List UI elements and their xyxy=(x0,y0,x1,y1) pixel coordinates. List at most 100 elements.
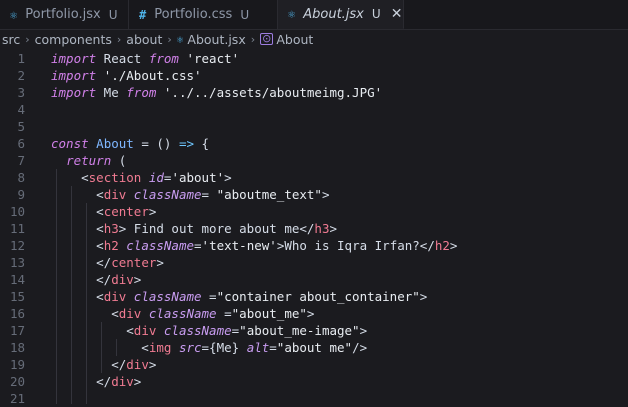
code-line: 17 <div className="about_me-image"> xyxy=(0,322,628,339)
code-token: = xyxy=(194,238,202,253)
symbol-icon: ⊙ xyxy=(260,32,274,45)
code-text: <h2 className='text-new'>Who is Iqra Irf… xyxy=(51,237,457,254)
code-token: </ xyxy=(51,374,112,389)
line-number: 19 xyxy=(9,357,25,372)
line-number: 16 xyxy=(9,306,25,321)
code-text: return ( xyxy=(51,152,126,169)
breadcrumb-item[interactable]: components xyxy=(35,32,112,47)
chevron-right-icon: › xyxy=(25,32,30,46)
code-token: < xyxy=(51,323,134,338)
code-token: 'about' xyxy=(171,170,225,185)
code-token: "container about_container" xyxy=(216,289,420,304)
code-token: div xyxy=(118,306,142,321)
code-line: 8 <section id='about'> xyxy=(0,169,628,186)
code-line: 16 <div className ="about_me"> xyxy=(0,305,628,322)
line-number: 7 xyxy=(17,153,25,168)
breadcrumb-symbol[interactable]: About xyxy=(276,32,313,47)
code-token: center xyxy=(103,204,149,219)
breadcrumb: src › components › about › ⚛ About.jsx › ⊙ About xyxy=(0,30,628,48)
code-token: = () xyxy=(133,136,179,151)
code-token: > xyxy=(148,357,157,372)
code-text: <div className ="container about_contain… xyxy=(51,288,427,305)
code-token: "about_me" xyxy=(231,306,307,321)
code-token: >Who is Iqra Irfan?</ xyxy=(276,238,435,253)
code-token: /> xyxy=(352,340,368,355)
code-token: className xyxy=(148,306,217,321)
code-token: > xyxy=(449,238,458,253)
code-token: React xyxy=(96,51,149,66)
line-number: 15 xyxy=(9,289,25,304)
tab-label: Portfolio.css xyxy=(154,7,233,22)
code-token: from xyxy=(126,85,157,100)
tab-portfolio-css[interactable]: # Portfolio.css U xyxy=(129,0,278,29)
code-line: 13 </center> xyxy=(0,254,628,271)
code-line: 20 </div> xyxy=(0,373,628,390)
code-token: > xyxy=(156,255,164,270)
line-number: 17 xyxy=(9,323,25,338)
code-token: "about_me-image" xyxy=(239,323,360,338)
code-text: import './About.css' xyxy=(51,67,202,84)
breadcrumb-file[interactable]: About.jsx xyxy=(187,32,245,47)
tab-portfolio-jsx[interactable]: ⚛ Portfolio.jsx U xyxy=(0,0,129,29)
code-line: 14 </div> xyxy=(0,271,628,288)
code-text: </div> xyxy=(51,271,141,288)
code-token: h2 xyxy=(434,238,450,253)
code-text: import Me from '../../assets/aboutmeimg.… xyxy=(51,84,382,101)
line-number: 13 xyxy=(9,255,25,270)
tab-label: About.jsx xyxy=(303,6,364,22)
line-number: 5 xyxy=(17,119,25,134)
code-text: <div className= "aboutme_text"> xyxy=(51,186,329,203)
code-token: "aboutme_text" xyxy=(216,187,322,202)
close-icon[interactable]: ✕ xyxy=(391,6,403,22)
code-token: > xyxy=(321,187,330,202)
code-line: 11 <h3> Find out more about me</h3> xyxy=(0,220,628,237)
line-number: 4 xyxy=(17,102,25,117)
tab-about-jsx[interactable]: ⚛ About.jsx U ✕ xyxy=(278,0,404,29)
code-token: </ xyxy=(51,357,127,372)
code-line: 21 xyxy=(0,390,628,407)
breadcrumb-item[interactable]: about xyxy=(126,32,162,47)
css-icon: # xyxy=(139,7,147,22)
line-number: 2 xyxy=(17,68,25,83)
code-token: h3 xyxy=(314,221,330,236)
code-text: <center> xyxy=(51,203,156,220)
code-token: </ xyxy=(51,272,112,287)
code-token: > xyxy=(148,204,157,219)
code-token: = xyxy=(269,340,277,355)
code-token: < xyxy=(51,187,104,202)
code-token: < xyxy=(51,170,89,185)
code-token: > xyxy=(359,323,368,338)
code-token: = xyxy=(201,187,217,202)
code-token: ={Me} xyxy=(201,340,247,355)
code-token: < xyxy=(51,306,119,321)
code-token: Me xyxy=(96,85,127,100)
code-token: div xyxy=(103,289,127,304)
code-token: </ xyxy=(51,255,112,270)
breadcrumb-item[interactable]: src xyxy=(2,32,20,47)
line-number: 10 xyxy=(9,204,25,219)
line-number: 6 xyxy=(17,136,25,151)
tab-label: Portfolio.jsx xyxy=(25,7,101,22)
line-number: 14 xyxy=(9,272,25,287)
code-line: 4 xyxy=(0,101,628,118)
code-token: < xyxy=(51,238,104,253)
chevron-right-icon: › xyxy=(116,32,122,46)
code-editor[interactable]: 1 import React from 'react' 2 import './Abo… xyxy=(0,50,628,407)
line-number: 21 xyxy=(9,391,25,406)
code-token: import xyxy=(51,85,97,100)
code-text: const About = () => { xyxy=(51,135,209,152)
code-token: About xyxy=(96,136,134,151)
code-token: div xyxy=(133,323,157,338)
code-token: "about me" xyxy=(276,340,353,355)
line-number: 12 xyxy=(9,238,25,253)
chevron-right-icon: › xyxy=(250,32,256,46)
git-status-badge: U xyxy=(371,7,381,21)
code-token: div xyxy=(111,374,134,389)
code-line: 18 <img src={Me} alt="about me"/> xyxy=(0,339,628,356)
git-status-badge: U xyxy=(108,7,118,22)
